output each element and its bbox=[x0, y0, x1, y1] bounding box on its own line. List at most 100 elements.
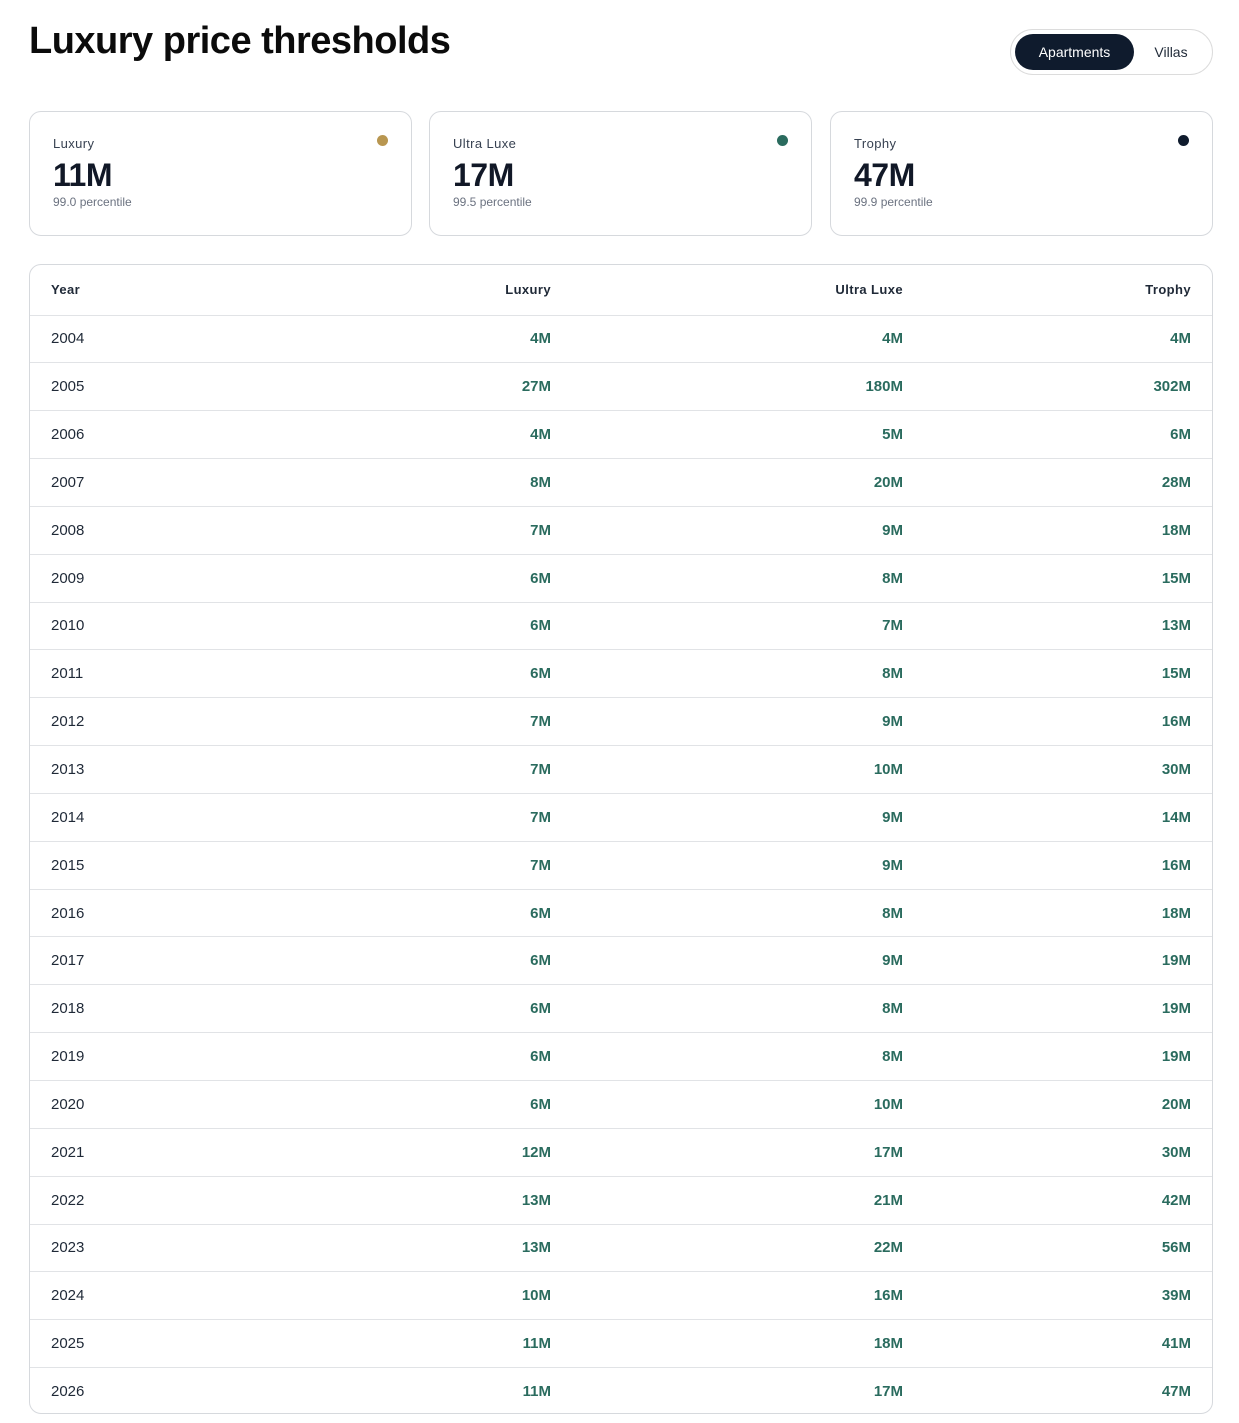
cell-year: 2026 bbox=[51, 1383, 85, 1401]
table-row: 2018 6M 8M 19M bbox=[30, 984, 1212, 1034]
card-label: Trophy bbox=[854, 136, 897, 151]
cell-year: 2011 bbox=[30, 649, 280, 699]
cell-year: 2017 bbox=[30, 936, 280, 986]
column-header-trophy: Trophy bbox=[903, 265, 1212, 316]
table-row: 2026 11M 17M 47M bbox=[30, 1368, 1212, 1413]
card-luxury: Luxury 11M 99.0 percentile bbox=[29, 111, 412, 236]
table-row: 2019 6M 8M 19M bbox=[30, 1032, 1212, 1081]
cell-year: 2007 bbox=[30, 458, 280, 507]
cell-trophy: 30M bbox=[903, 1128, 1212, 1177]
cell-luxury: 6M bbox=[280, 984, 551, 1034]
table-header-row: Year Luxury Ultra Luxe Trophy bbox=[30, 265, 1212, 316]
cell-luxury: 13M bbox=[280, 1176, 551, 1225]
table-row: 2015 7M 9M 16M bbox=[30, 841, 1212, 890]
cell-trophy: 14M bbox=[903, 793, 1212, 842]
toggle-villas[interactable]: Villas bbox=[1134, 34, 1208, 70]
cell-luxury: 4M bbox=[280, 315, 551, 364]
cell-luxury: 27M bbox=[280, 362, 551, 412]
cell-ultra-luxe: 8M bbox=[551, 554, 903, 603]
table-row: 2009 6M 8M 15M bbox=[30, 554, 1212, 603]
card-label: Ultra Luxe bbox=[453, 136, 517, 151]
card-ultra-luxe: Ultra Luxe 17M 99.5 percentile bbox=[429, 111, 812, 236]
table-body: 2004 4M 4M 4M 2005 27M 180M 302M 2006 4M 5M 6M 2007 8… bbox=[30, 315, 1212, 1413]
card-percentile: 99.5 percentile bbox=[453, 195, 532, 209]
cell-ultra-luxe: 10M bbox=[551, 745, 903, 794]
card-value: 11M bbox=[53, 157, 112, 193]
cell-trophy: 47M bbox=[1161, 1383, 1191, 1401]
cell-trophy: 30M bbox=[903, 745, 1212, 794]
cell-trophy: 16M bbox=[903, 697, 1212, 747]
cell-luxury: 11M bbox=[280, 1319, 551, 1369]
cell-luxury: 6M bbox=[280, 649, 551, 699]
toggle-apartments[interactable]: Apartments bbox=[1015, 34, 1134, 70]
cell-ultra-luxe: 9M bbox=[551, 793, 903, 842]
cell-trophy: 41M bbox=[903, 1319, 1212, 1369]
table-row: 2008 7M 9M 18M bbox=[30, 506, 1212, 555]
cell-ultra-luxe: 9M bbox=[551, 506, 903, 555]
table-row: 2005 27M 180M 302M bbox=[30, 362, 1212, 412]
cell-ultra-luxe: 8M bbox=[551, 984, 903, 1034]
cell-trophy: 15M bbox=[903, 554, 1212, 603]
card-trophy: Trophy 47M 99.9 percentile bbox=[830, 111, 1213, 236]
page: Luxury price thresholds Apartments Villa… bbox=[0, 0, 1239, 1423]
summary-cards: Luxury 11M 99.0 percentile Ultra Luxe 17… bbox=[29, 111, 1213, 236]
cell-ultra-luxe: 18M bbox=[551, 1319, 903, 1369]
cell-ultra-luxe: 17M bbox=[873, 1383, 903, 1401]
cell-ultra-luxe: 17M bbox=[551, 1128, 903, 1177]
cell-year: 2019 bbox=[30, 1032, 280, 1081]
cell-year: 2005 bbox=[30, 362, 280, 412]
table-row: 2004 4M 4M 4M bbox=[30, 315, 1212, 364]
cell-trophy: 19M bbox=[903, 936, 1212, 986]
cell-ultra-luxe: 9M bbox=[551, 936, 903, 986]
cell-luxury: 8M bbox=[280, 458, 551, 507]
cell-year: 2012 bbox=[30, 697, 280, 747]
cell-luxury: 6M bbox=[280, 936, 551, 986]
cell-luxury: 7M bbox=[280, 793, 551, 842]
cell-luxury: 10M bbox=[280, 1271, 551, 1321]
table-row: 2025 11M 18M 41M bbox=[30, 1319, 1212, 1369]
table-row: 2024 10M 16M 39M bbox=[30, 1271, 1212, 1321]
card-percentile: 99.9 percentile bbox=[854, 195, 933, 209]
table-row: 2006 4M 5M 6M bbox=[30, 410, 1212, 460]
cell-luxury: 4M bbox=[280, 410, 551, 460]
cell-ultra-luxe: 22M bbox=[551, 1224, 903, 1273]
card-value: 17M bbox=[453, 157, 514, 193]
cell-trophy: 56M bbox=[903, 1224, 1212, 1273]
cell-luxury: 12M bbox=[280, 1128, 551, 1177]
cell-trophy: 19M bbox=[903, 984, 1212, 1034]
cell-luxury: 7M bbox=[280, 506, 551, 555]
cell-year: 2006 bbox=[30, 410, 280, 460]
column-header-year: Year bbox=[30, 265, 280, 316]
cell-ultra-luxe: 9M bbox=[551, 841, 903, 890]
cell-luxury: 6M bbox=[280, 1080, 551, 1129]
cell-year: 2021 bbox=[30, 1128, 280, 1177]
table-row: 2012 7M 9M 16M bbox=[30, 697, 1212, 747]
cell-trophy: 13M bbox=[903, 602, 1212, 651]
table-row: 2011 6M 8M 15M bbox=[30, 649, 1212, 699]
table-row: 2022 13M 21M 42M bbox=[30, 1176, 1212, 1225]
table-row: 2021 12M 17M 30M bbox=[30, 1128, 1212, 1177]
table-row: 2010 6M 7M 13M bbox=[30, 602, 1212, 651]
ultra-luxe-dot-icon bbox=[777, 135, 788, 146]
cell-trophy: 302M bbox=[903, 362, 1212, 412]
cell-year: 2014 bbox=[30, 793, 280, 842]
cell-year: 2013 bbox=[30, 745, 280, 794]
cell-ultra-luxe: 10M bbox=[551, 1080, 903, 1129]
cell-trophy: 18M bbox=[903, 506, 1212, 555]
property-type-toggle: Apartments Villas bbox=[1010, 29, 1213, 75]
cell-ultra-luxe: 5M bbox=[551, 410, 903, 460]
cell-year: 2018 bbox=[30, 984, 280, 1034]
cell-luxury: 6M bbox=[280, 554, 551, 603]
card-value: 47M bbox=[854, 157, 915, 193]
cell-year: 2025 bbox=[30, 1319, 280, 1369]
cell-year: 2022 bbox=[30, 1176, 280, 1225]
cell-trophy: 42M bbox=[903, 1176, 1212, 1225]
cell-trophy: 4M bbox=[903, 315, 1212, 364]
cell-trophy: 16M bbox=[903, 841, 1212, 890]
cell-ultra-luxe: 180M bbox=[551, 362, 903, 412]
cell-ultra-luxe: 9M bbox=[551, 697, 903, 747]
column-header-luxury: Luxury bbox=[280, 265, 551, 316]
cell-year: 2004 bbox=[30, 315, 280, 364]
cell-ultra-luxe: 8M bbox=[551, 889, 903, 938]
cell-ultra-luxe: 16M bbox=[551, 1271, 903, 1321]
